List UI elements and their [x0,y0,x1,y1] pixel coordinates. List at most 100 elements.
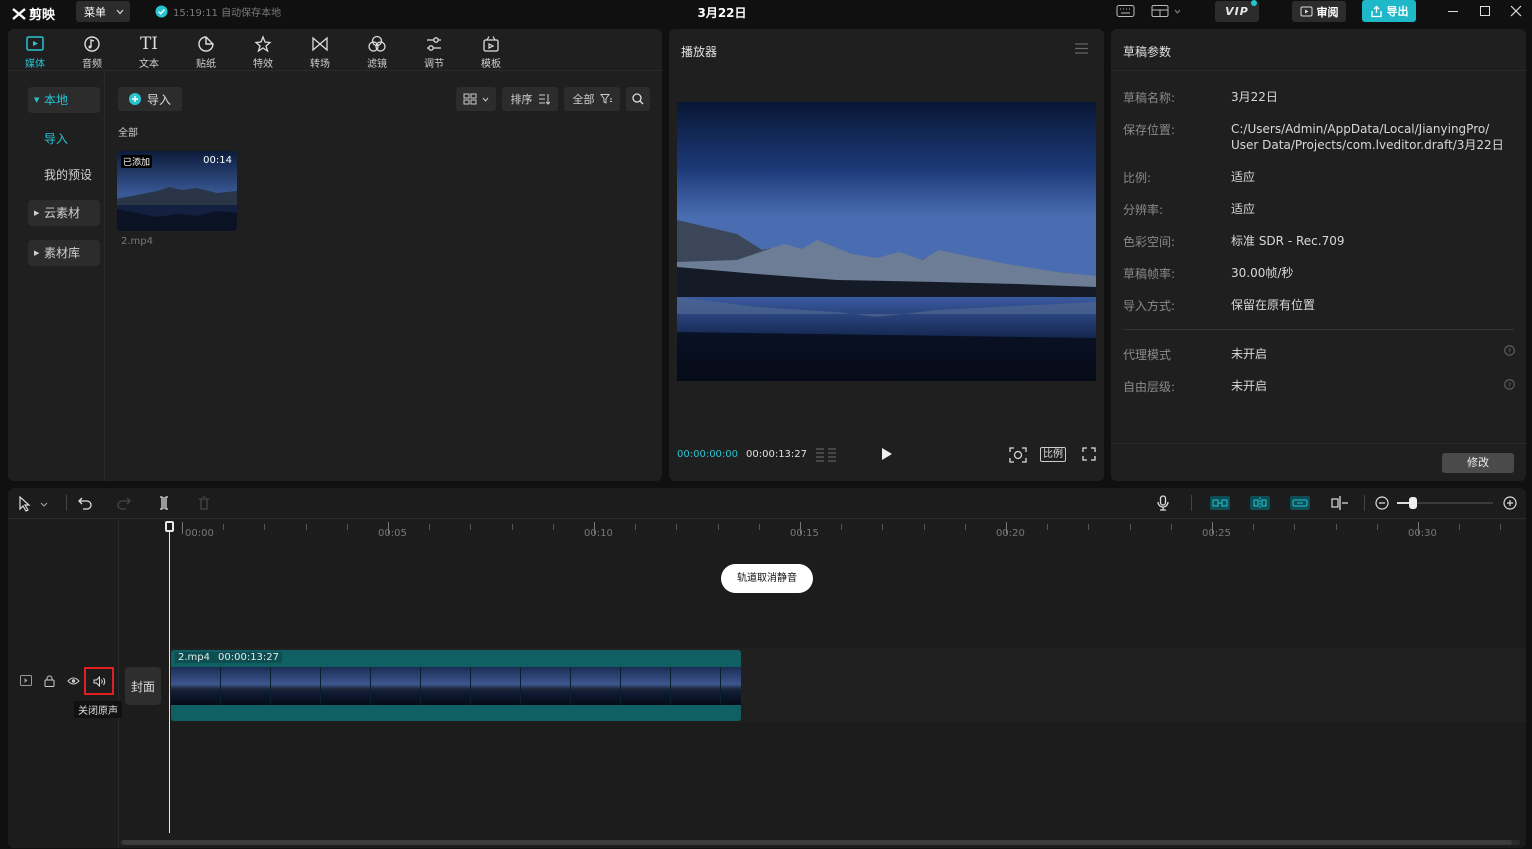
hide-track-button[interactable] [67,676,80,686]
export-button[interactable]: 导出 [1362,0,1416,22]
minimize-button[interactable] [1448,11,1458,12]
app-logo-text: 剪映 [29,8,56,23]
review-icon [1300,6,1312,16]
svg-text:?: ? [1508,347,1512,355]
view-mode-button[interactable] [456,87,496,111]
player-title: 播放器 [681,45,718,59]
player-panel: 播放器 00:00:00:00 00:00:13:27 比例 [669,29,1104,481]
magnet-link-icon [1212,499,1228,507]
ruler-tick [346,524,348,530]
cursor-icon [19,496,31,512]
tab-media[interactable]: 媒体 [12,35,58,70]
help-icon[interactable]: ? [1504,345,1515,356]
menu-button[interactable]: 菜单 [76,1,130,22]
sidebar-item-import[interactable]: 导入 [28,126,100,152]
ruler-tick [429,524,431,530]
zoom-in-button[interactable] [1503,496,1517,510]
sidebar-item-library[interactable]: ▶ 素材库 [28,240,100,266]
tab-audio[interactable]: 音频 [69,35,115,70]
ruler-tick [841,524,843,530]
autosave-text: 15:19:11 自动保存本地 [173,8,282,19]
layout-button[interactable] [1151,4,1181,18]
grid-view-icon [463,93,477,105]
ruler-tick [1212,522,1213,534]
mute-original-button[interactable] [84,667,114,695]
ratio-button[interactable]: 比例 [1040,447,1066,462]
split-button[interactable] [158,496,170,510]
scrollbar-thumb[interactable] [122,840,1512,845]
playhead-handle[interactable] [165,521,174,532]
toolbar-separator [66,495,67,511]
check-circle-icon [155,5,168,18]
filmstrip-frame [421,667,471,705]
maximize-button[interactable] [1480,6,1490,16]
text-icon: TI [139,34,159,54]
preview-axis-button[interactable] [1331,495,1349,511]
filter-button[interactable]: 全部 [564,87,620,111]
sort-label: 排序 [510,93,533,106]
sidebar-item-presets[interactable]: 我的预设 [28,162,100,188]
auto-snap-button[interactable] [1250,496,1270,510]
ruler-tick [552,524,554,530]
tab-text[interactable]: TI 文本 [126,35,172,70]
sort-button[interactable]: 排序 [502,87,558,111]
review-button[interactable]: 审阅 [1292,1,1346,22]
prop-value-name: 3月22日 [1231,90,1278,104]
eye-icon [67,677,80,685]
tab-filter[interactable]: 滤镜 [354,35,400,70]
tab-sticker[interactable]: 贴纸 [183,35,229,70]
vip-button[interactable]: VIP [1215,0,1259,22]
zoom-slider-handle[interactable] [1409,497,1417,509]
media-clip-thumbnail[interactable]: 已添加 00:14 [117,151,237,231]
video-preview[interactable] [677,102,1096,381]
app-logo: 剪映 [12,4,55,23]
tab-effects[interactable]: 特效 [240,35,286,70]
video-clip[interactable]: 2.mp4 00:00:13:27 [171,650,741,721]
timeline-view-icon[interactable] [815,447,837,463]
tab-template[interactable]: 模板 [468,35,514,70]
close-icon [1510,5,1522,17]
prop-value-free-layer: 未开启 [1231,379,1268,393]
project-title: 3月22日 [697,6,747,20]
main-track-magnet-button[interactable] [1210,496,1230,510]
tab-adjust[interactable]: 调节 [411,35,457,70]
time-ruler[interactable]: 00:00 00:05 00:10 00:15 00:20 00:25 00:3… [120,520,1526,540]
lock-track-button[interactable] [44,675,55,687]
select-tool[interactable] [18,496,48,512]
ruler-tick [1376,524,1378,530]
playhead[interactable] [165,521,174,833]
tab-transition[interactable]: 转场 [297,35,343,70]
search-button[interactable] [626,87,650,111]
play-button[interactable] [881,447,893,461]
zoom-out-button[interactable] [1375,496,1389,510]
fullscreen-icon[interactable] [1082,447,1096,461]
zoom-slider[interactable] [1397,497,1493,509]
player-menu-icon[interactable] [1075,43,1088,54]
keyboard-icon[interactable] [1116,4,1135,18]
ruler-label: 00:00 [185,528,214,539]
zoom-in-icon [1503,496,1517,510]
ruler-label: 00:10 [584,528,613,539]
delete-button[interactable] [198,496,210,510]
ruler-tick [470,524,472,530]
redo-button[interactable] [117,496,131,510]
layout-icon [1151,5,1169,17]
import-button[interactable]: 导入 [118,87,182,111]
sidebar-item-cloud[interactable]: ▶ 云素材 [28,200,100,226]
help-icon[interactable]: ? [1504,379,1515,390]
zoom-out-icon [1375,496,1389,510]
zoom-fit-icon[interactable] [1009,447,1027,463]
record-button[interactable] [1157,495,1169,511]
clip-name: 2.mp4 [178,652,210,663]
modify-button[interactable]: 修改 [1442,453,1514,473]
link-button[interactable] [1290,496,1310,510]
sidebar-item-local[interactable]: ▼ 本地 [28,87,100,113]
tab-label: 模板 [481,59,501,70]
cover-button[interactable]: 封面 [125,667,161,705]
split-icon [160,496,168,510]
horizontal-scrollbar[interactable] [120,840,1520,845]
filmstrip-frame [621,667,671,705]
timeline-panel: 00:00 00:05 00:10 00:15 00:20 00:25 00:3… [8,488,1526,848]
undo-button[interactable] [78,496,92,510]
close-button[interactable] [1510,5,1522,17]
